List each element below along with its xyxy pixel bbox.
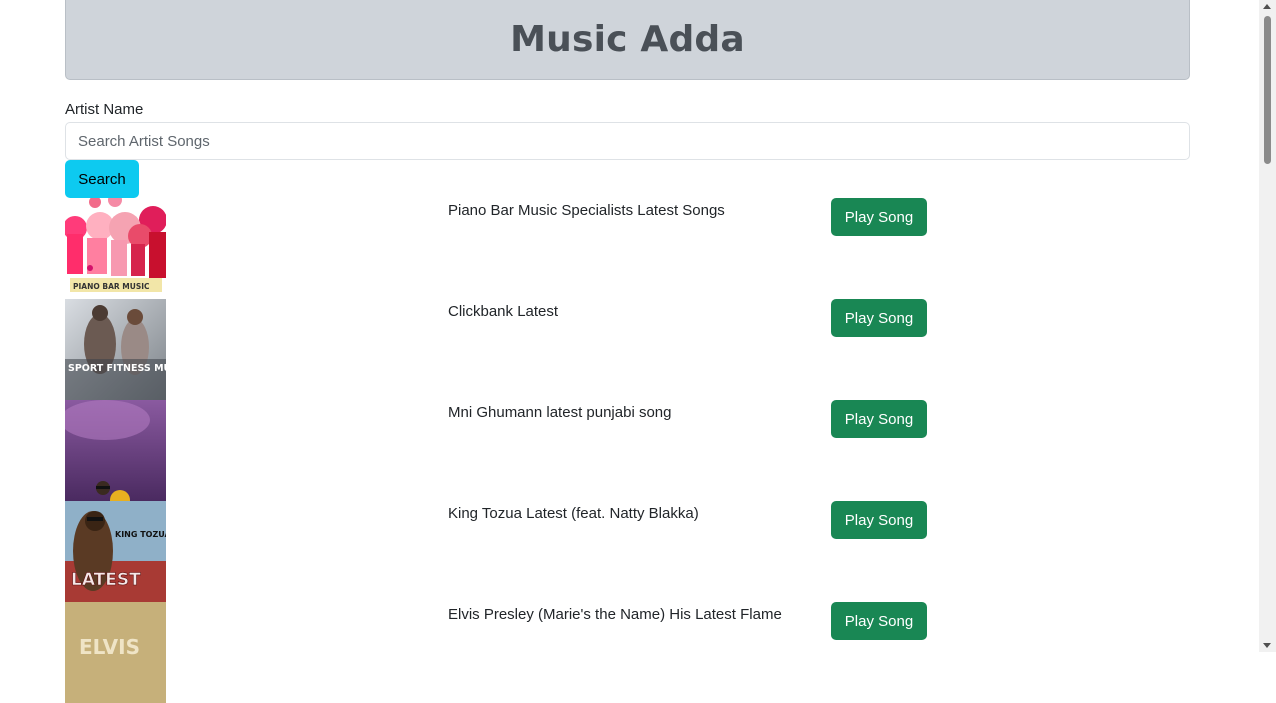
album-cover-image: SPORT FITNESS MUSIC bbox=[65, 299, 166, 400]
artist-name-label: Artist Name bbox=[65, 101, 144, 118]
song-title: Clickbank Latest bbox=[448, 303, 559, 320]
search-button[interactable]: Search bbox=[65, 160, 139, 198]
song-list: PIANO BAR MUSIC Piano Bar Music Speciali… bbox=[65, 198, 1190, 703]
page-header: Music Adda bbox=[65, 0, 1190, 80]
svg-text:ELVIS: ELVIS bbox=[79, 635, 140, 659]
album-cover-image: KING TOZUA LATEST bbox=[65, 501, 166, 602]
song-title: Mni Ghumann latest punjabi song bbox=[448, 404, 672, 421]
artist-search-input[interactable] bbox=[65, 122, 1190, 160]
vertical-scrollbar[interactable] bbox=[1259, 0, 1276, 652]
scroll-down-arrow-icon[interactable] bbox=[1263, 643, 1271, 648]
play-song-button[interactable]: Play Song bbox=[831, 198, 927, 236]
album-cover-image: ELVIS bbox=[65, 602, 166, 703]
song-item: PIANO BAR MUSIC Piano Bar Music Speciali… bbox=[65, 198, 1190, 299]
page-title: Music Adda bbox=[510, 19, 745, 60]
play-song-button[interactable]: Play Song bbox=[831, 299, 927, 337]
svg-text:PIANO BAR MUSIC: PIANO BAR MUSIC bbox=[73, 282, 150, 291]
play-song-button[interactable]: Play Song bbox=[831, 501, 927, 539]
song-title: Piano Bar Music Specialists Latest Songs bbox=[448, 202, 725, 219]
play-song-button[interactable]: Play Song bbox=[831, 602, 927, 640]
song-item: SPORT FITNESS MUSIC Clickbank Latest Pla… bbox=[65, 299, 1190, 400]
scroll-up-arrow-icon[interactable] bbox=[1263, 4, 1271, 9]
play-song-button[interactable]: Play Song bbox=[831, 400, 927, 438]
svg-text:LATEST: LATEST bbox=[71, 570, 141, 590]
song-title: King Tozua Latest (feat. Natty Blakka) bbox=[448, 505, 699, 522]
svg-text:KING TOZUA: KING TOZUA bbox=[115, 530, 166, 539]
page-container: Music Adda Artist Name Search Artist Son… bbox=[65, 0, 1190, 703]
svg-text:SPORT FITNESS MUSIC: SPORT FITNESS MUSIC bbox=[68, 363, 166, 374]
album-cover-image bbox=[65, 400, 166, 501]
scrollbar-thumb[interactable] bbox=[1264, 16, 1271, 164]
song-item: Mni Ghumann latest punjabi song Play Son… bbox=[65, 400, 1190, 501]
song-item: KING TOZUA LATEST King Tozua Latest (fea… bbox=[65, 501, 1190, 602]
song-item: ELVIS Elvis Presley (Marie's the Name) H… bbox=[65, 602, 1190, 703]
album-cover-image: PIANO BAR MUSIC bbox=[65, 198, 166, 299]
song-title: Elvis Presley (Marie's the Name) His Lat… bbox=[448, 606, 782, 623]
